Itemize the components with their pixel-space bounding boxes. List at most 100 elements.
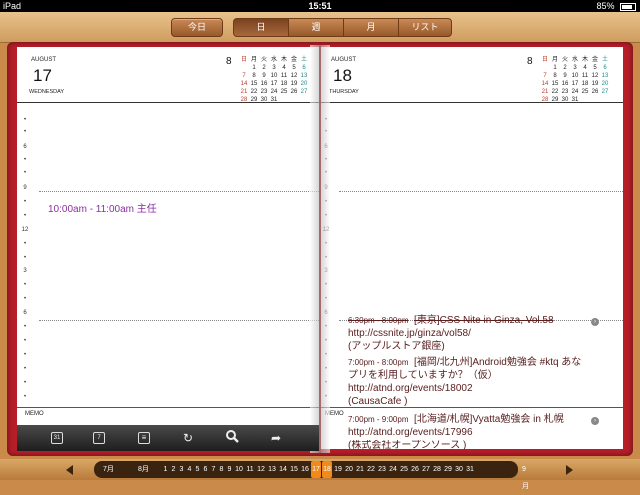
strip-day[interactable]: 4 <box>186 461 193 478</box>
strip-day[interactable]: 24 <box>388 461 398 478</box>
mini-calendar-day[interactable]: 4 <box>280 64 288 72</box>
strip-day[interactable]: 23 <box>377 461 387 478</box>
mini-calendar-day[interactable]: 22 <box>250 88 258 96</box>
tab-list[interactable]: リスト <box>398 18 452 37</box>
mini-calendar-day[interactable]: 5 <box>591 64 599 72</box>
strip-day[interactable]: 14 <box>278 461 288 478</box>
today-button[interactable]: 今日 <box>171 18 223 37</box>
list-icon[interactable]: ≡ <box>134 430 154 446</box>
mini-calendar-day[interactable]: 1 <box>551 64 559 72</box>
strip-day[interactable]: 3 <box>178 461 185 478</box>
mini-calendar-day[interactable]: 23 <box>260 88 268 96</box>
strip-day[interactable]: 2 <box>170 461 177 478</box>
mini-calendar-day[interactable]: 18 <box>280 80 288 88</box>
mini-calendar-day[interactable]: 20 <box>601 80 609 88</box>
mini-calendar-day[interactable]: 19 <box>290 80 298 88</box>
mini-calendar-day[interactable]: 6 <box>300 64 308 72</box>
tab-day[interactable]: 日 <box>233 18 289 37</box>
mini-calendar-day[interactable]: 10 <box>270 72 278 80</box>
mini-calendar-day[interactable]: 18 <box>581 80 589 88</box>
strip-day[interactable]: 25 <box>399 461 409 478</box>
mini-calendar-day[interactable]: 9 <box>561 72 569 80</box>
mini-calendar-day[interactable]: 22 <box>551 88 559 96</box>
event-3[interactable]: 7:00pm - 9:00pm [北海道/札幌]Vyatta勉強会 in 札幌 <box>348 414 564 426</box>
mini-calendar-day[interactable]: 17 <box>571 80 579 88</box>
mini-calendar-day[interactable]: 27 <box>300 88 308 96</box>
mini-calendar-day[interactable]: 27 <box>601 88 609 96</box>
tab-month[interactable]: 月 <box>343 18 399 37</box>
mini-calendar-day[interactable]: 4 <box>581 64 589 72</box>
left-mini-calendar[interactable]: 日月火水木金土 1 2 3 4 5 6 7 8 9 10 11 12 13 14 15 16 17 18 19 20 21… <box>240 56 310 104</box>
mini-calendar-day[interactable]: 21 <box>240 88 248 96</box>
mini-calendar-day[interactable]: 26 <box>591 88 599 96</box>
prev-month-label[interactable]: 7月 <box>103 461 114 478</box>
mini-calendar-day[interactable]: 8 <box>551 72 559 80</box>
strip-day[interactable]: 29 <box>443 461 453 478</box>
strip-day[interactable]: 31 <box>465 461 475 478</box>
next-month-arrow-icon[interactable] <box>566 465 573 475</box>
mini-calendar-day[interactable]: 17 <box>270 80 278 88</box>
event-2[interactable]: 7:00pm - 8:00pm [福岡/北九州]Android勉強会 #ktq … <box>348 357 581 369</box>
strip-day[interactable]: 30 <box>454 461 464 478</box>
current-month-label[interactable]: 8月 <box>138 461 149 478</box>
mini-calendar-day[interactable]: 13 <box>601 72 609 80</box>
mini-calendar-day[interactable]: 15 <box>551 80 559 88</box>
next-month-label[interactable]: 9月 <box>522 461 529 495</box>
strip-day[interactable]: 9 <box>226 461 233 478</box>
strip-day[interactable]: 5 <box>194 461 201 478</box>
mini-calendar-day[interactable]: 5 <box>290 64 298 72</box>
mini-calendar-day[interactable]: 6 <box>601 64 609 72</box>
mini-calendar-day[interactable]: 21 <box>541 88 549 96</box>
mini-calendar-day[interactable]: 25 <box>280 88 288 96</box>
strip-day[interactable]: 27 <box>421 461 431 478</box>
mini-calendar-day[interactable]: 11 <box>581 72 589 80</box>
mini-calendar-day[interactable]: 20 <box>300 80 308 88</box>
calendar-31-icon[interactable]: 31 <box>47 430 67 446</box>
mini-calendar-day[interactable]: 11 <box>280 72 288 80</box>
strip-day[interactable]: 28 <box>432 461 442 478</box>
strip-day[interactable]: 18 <box>322 461 332 478</box>
refresh-icon[interactable]: ↻ <box>178 430 198 446</box>
mini-calendar-day[interactable]: 1 <box>250 64 258 72</box>
mini-calendar-day[interactable]: 7 <box>240 72 248 80</box>
share-icon[interactable]: ➦ <box>266 430 286 446</box>
strip-day[interactable]: 20 <box>344 461 354 478</box>
strip-day[interactable]: 1 <box>162 461 169 478</box>
tab-week[interactable]: 週 <box>288 18 344 37</box>
mini-calendar-day[interactable]: 2 <box>260 64 268 72</box>
strip-day[interactable]: 12 <box>256 461 266 478</box>
strip-day[interactable]: 7 <box>210 461 217 478</box>
event-1[interactable]: 6:30pm - 8:00pm [東京]CSS Nite in Ginza, V… <box>348 315 554 327</box>
strip-day[interactable]: 11 <box>245 461 255 478</box>
mini-calendar-day[interactable]: 24 <box>270 88 278 96</box>
event-1-detail-arrow-icon[interactable]: › <box>591 318 599 326</box>
mini-calendar-day[interactable]: 3 <box>270 64 278 72</box>
mini-calendar-day[interactable]: 15 <box>250 80 258 88</box>
mini-calendar-day[interactable]: 9 <box>260 72 268 80</box>
strip-day[interactable]: 21 <box>355 461 365 478</box>
strip-day[interactable]: 13 <box>267 461 277 478</box>
left-day-page[interactable]: AUGUST 17 WEDNESDAY 8 日月火水木金土 1 2 3 4 5 6 7 8 9 10… <box>17 47 319 449</box>
mini-calendar-day[interactable]: 25 <box>581 88 589 96</box>
strip-day[interactable]: 10 <box>234 461 244 478</box>
left-event[interactable]: 10:00am - 11:00am 主任 <box>48 200 157 215</box>
mini-calendar-day[interactable]: 13 <box>300 72 308 80</box>
strip-day[interactable]: 19 <box>333 461 343 478</box>
strip-day[interactable]: 16 <box>300 461 310 478</box>
strip-day[interactable]: 22 <box>366 461 376 478</box>
mini-calendar-day[interactable]: 26 <box>290 88 298 96</box>
prev-month-arrow-icon[interactable] <box>66 465 73 475</box>
strip-day[interactable]: 26 <box>410 461 420 478</box>
event-3-detail-arrow-icon[interactable]: › <box>591 417 599 425</box>
mini-calendar-day[interactable]: 12 <box>290 72 298 80</box>
mini-calendar-day[interactable]: 3 <box>571 64 579 72</box>
strip-day[interactable]: 6 <box>202 461 209 478</box>
right-day-page[interactable]: AUGUST 18 THURSDAY 8 日月火水木金土 1 2 3 4 5 6 7 8 9 10 1… <box>321 47 623 449</box>
strip-day[interactable]: 8 <box>218 461 225 478</box>
strip-day[interactable]: 17 <box>311 461 321 478</box>
mini-calendar-day[interactable]: 7 <box>541 72 549 80</box>
mini-calendar-day[interactable]: 8 <box>250 72 258 80</box>
strip-day[interactable]: 15 <box>289 461 299 478</box>
mini-calendar-day[interactable]: 19 <box>591 80 599 88</box>
mini-calendar-day[interactable]: 14 <box>541 80 549 88</box>
